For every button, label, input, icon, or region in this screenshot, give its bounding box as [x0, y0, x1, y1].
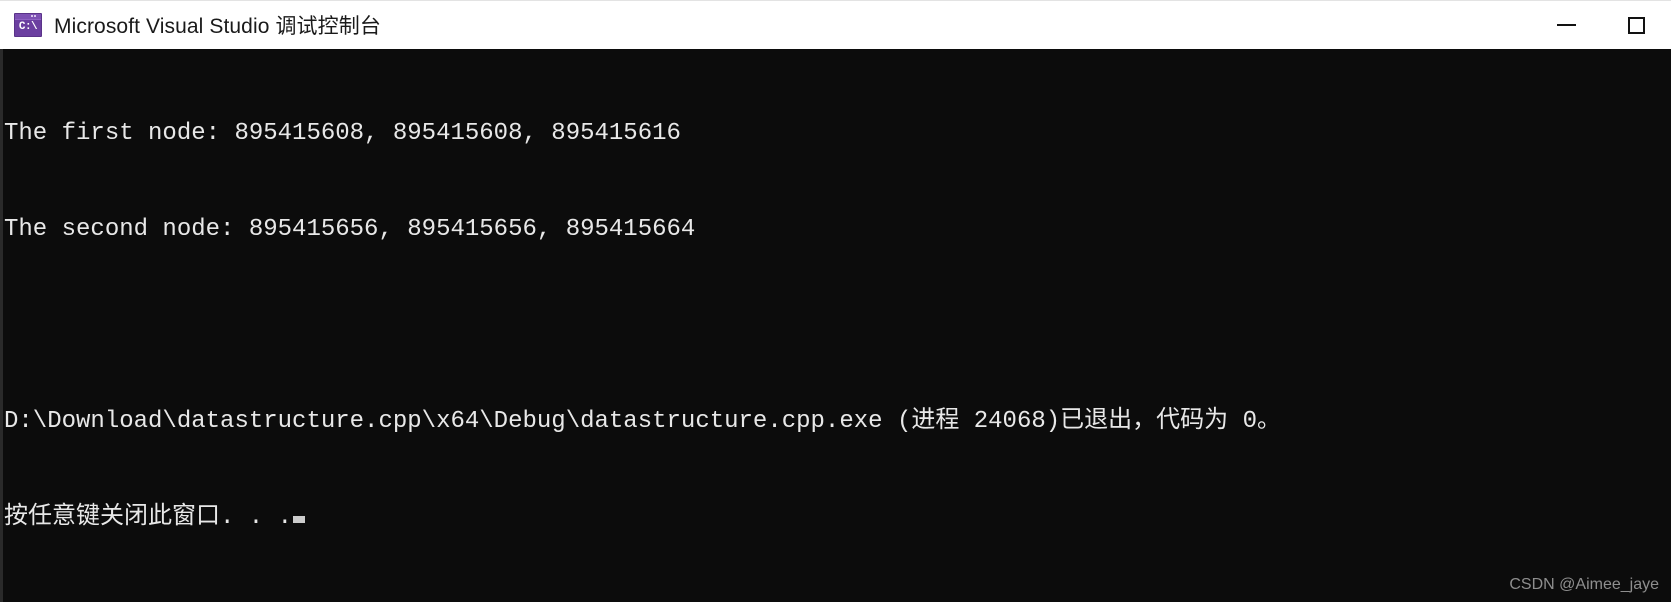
watermark: CSDN @Aimee_jaye [1509, 576, 1659, 593]
console-line: D:\Download\datastructure.cpp\x64\Debug\… [4, 408, 1281, 435]
console-output-area[interactable]: The first node: 895415608, 895415608, 89… [0, 49, 1671, 602]
console-window: C:\ Microsoft Visual Studio 调试控制台 The fi… [0, 0, 1671, 602]
text-cursor [293, 516, 306, 523]
minimize-icon [1556, 24, 1576, 26]
console-app-icon-buttons [31, 15, 39, 18]
console-app-icon: C:\ [14, 13, 42, 37]
console-text-block: The first node: 895415608, 895415608, 89… [4, 54, 1671, 598]
console-line: The second node: 895415656, 895415656, 8… [4, 216, 696, 243]
minimize-button[interactable] [1531, 1, 1601, 49]
window-title: Microsoft Visual Studio 调试控制台 [54, 15, 381, 38]
console-app-icon-glyph: C:\ [18, 21, 38, 33]
console-line-with-cursor: 按任意键关闭此窗口. . . [4, 502, 1671, 534]
console-line-text: 按任意键关闭此窗口. . . [4, 504, 293, 531]
maximize-icon [1627, 16, 1645, 34]
title-bar-left-group: C:\ Microsoft Visual Studio 调试控制台 [0, 10, 381, 40]
title-bar[interactable]: C:\ Microsoft Visual Studio 调试控制台 [0, 0, 1671, 49]
console-line: The first node: 895415608, 895415608, 89… [4, 120, 681, 147]
maximize-button[interactable] [1601, 1, 1671, 49]
console-left-border [0, 49, 3, 602]
window-controls [1531, 1, 1671, 49]
